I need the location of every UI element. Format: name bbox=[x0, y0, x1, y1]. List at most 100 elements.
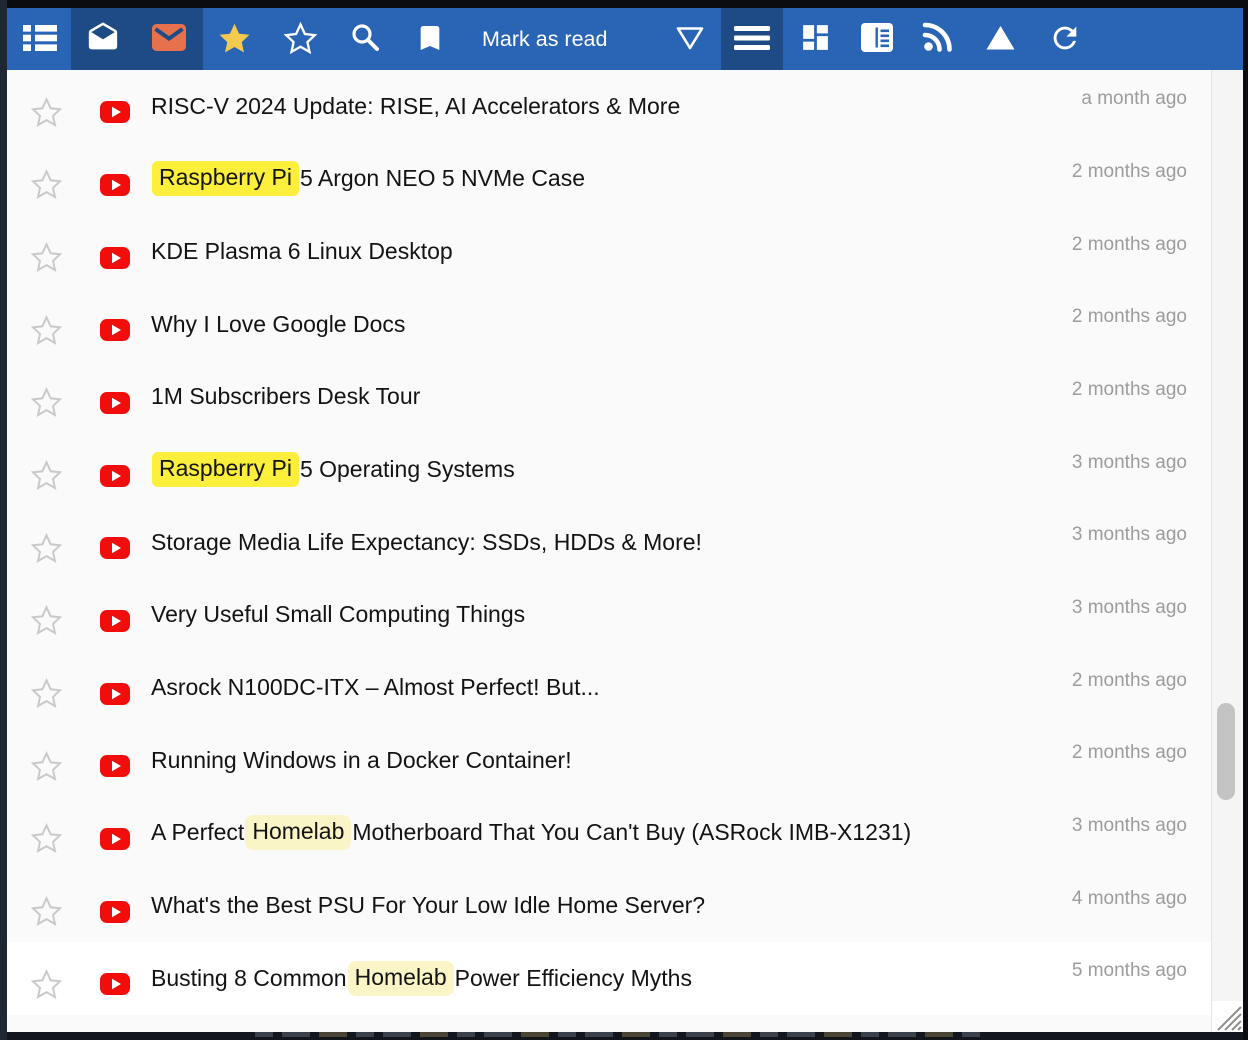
article-title[interactable]: Busting 8 Common Homelab Power Efficienc… bbox=[151, 942, 692, 1015]
star-outline-icon bbox=[31, 533, 62, 566]
star-toggle-button[interactable] bbox=[28, 313, 64, 349]
window-frame-right bbox=[1243, 0, 1248, 1040]
youtube-favicon bbox=[100, 537, 130, 559]
star-outline-icon bbox=[31, 605, 62, 638]
scroll-top-button[interactable] bbox=[972, 8, 1028, 70]
unread-envelope-icon bbox=[152, 24, 186, 54]
star-outline-icon bbox=[31, 969, 62, 1002]
article-title[interactable]: Very Useful Small Computing Things bbox=[151, 579, 525, 652]
article-row[interactable]: Why I Love Google Docs 2 months ago bbox=[7, 288, 1211, 361]
scroll-top-icon bbox=[985, 24, 1016, 54]
title-segment: Homelab bbox=[348, 961, 454, 996]
star-toggle-button[interactable] bbox=[28, 95, 64, 131]
article-row[interactable]: Asrock N100DC-ITX – Almost Perfect! But.… bbox=[7, 651, 1211, 724]
rss-subscriptions-button[interactable] bbox=[909, 8, 965, 70]
article-row[interactable]: Busting 8 Common Homelab Power Efficienc… bbox=[7, 942, 1211, 1015]
star-toggle-button[interactable] bbox=[28, 241, 64, 277]
title-segment: RISC-V 2024 Update: RISE, AI Accelerator… bbox=[151, 93, 680, 120]
star-toggle-button[interactable] bbox=[28, 822, 64, 858]
unread-articles-button[interactable] bbox=[141, 8, 197, 70]
refresh-icon bbox=[1048, 21, 1082, 58]
dashboard-view-button[interactable] bbox=[787, 8, 843, 70]
mark-as-read-button[interactable]: Mark as read bbox=[478, 8, 611, 70]
article-row[interactable]: KDE Plasma 6 Linux Desktop 2 months ago bbox=[7, 215, 1211, 288]
youtube-favicon bbox=[100, 465, 130, 487]
window-frame-bottom bbox=[0, 1032, 1248, 1040]
bookmark-icon bbox=[414, 22, 446, 57]
article-row[interactable]: A Perfect Homelab Motherboard That You C… bbox=[7, 797, 1211, 870]
star-filter-button[interactable] bbox=[272, 8, 328, 70]
star-toggle-button[interactable] bbox=[28, 604, 64, 640]
article-title[interactable]: Running Windows in a Docker Container! bbox=[151, 724, 572, 797]
menu-icon bbox=[734, 24, 770, 55]
star-toggle-button[interactable] bbox=[28, 677, 64, 713]
article-row[interactable]: Very Useful Small Computing Things 3 mon… bbox=[7, 579, 1211, 652]
starred-filter-icon bbox=[218, 22, 251, 57]
star-outline-icon bbox=[31, 678, 62, 711]
youtube-favicon bbox=[100, 683, 130, 705]
article-title[interactable]: RISC-V 2024 Update: RISE, AI Accelerator… bbox=[151, 70, 680, 143]
article-row[interactable]: Raspberry Pi 5 Operating Systems 3 month… bbox=[7, 433, 1211, 506]
starred-filter-button[interactable] bbox=[206, 8, 262, 70]
star-toggle-button[interactable] bbox=[28, 386, 64, 422]
article-row[interactable]: Storage Media Life Expectancy: SSDs, HDD… bbox=[7, 506, 1211, 579]
article-age: 3 months ago bbox=[1072, 815, 1187, 837]
article-age: 2 months ago bbox=[1072, 234, 1187, 256]
scrollbar-track[interactable] bbox=[1212, 70, 1243, 1032]
reader-view-icon bbox=[861, 23, 893, 55]
article-list: RISC-V 2024 Update: RISE, AI Accelerator… bbox=[7, 70, 1211, 1032]
filter-dropdown-button[interactable] bbox=[662, 8, 718, 70]
star-toggle-button[interactable] bbox=[28, 967, 64, 1003]
star-outline-icon bbox=[31, 896, 62, 929]
article-row[interactable]: Running Windows in a Docker Container! 2… bbox=[7, 724, 1211, 797]
star-outline-icon bbox=[31, 169, 62, 202]
star-toggle-button[interactable] bbox=[28, 531, 64, 567]
rss-icon bbox=[922, 22, 953, 56]
read-articles-button[interactable] bbox=[75, 8, 131, 70]
youtube-favicon bbox=[100, 174, 130, 196]
article-title[interactable]: 1M Subscribers Desk Tour bbox=[151, 361, 420, 434]
title-segment: Homelab bbox=[245, 815, 351, 850]
article-age: 2 months ago bbox=[1072, 670, 1187, 692]
article-title[interactable]: KDE Plasma 6 Linux Desktop bbox=[151, 215, 453, 288]
article-title[interactable]: What's the Best PSU For Your Low Idle Ho… bbox=[151, 869, 705, 942]
title-segment: 1M Subscribers Desk Tour bbox=[151, 383, 420, 410]
star-toggle-button[interactable] bbox=[28, 459, 64, 495]
article-row[interactable]: RISC-V 2024 Update: RISE, AI Accelerator… bbox=[7, 70, 1211, 143]
list-view-button[interactable] bbox=[12, 8, 68, 70]
article-row[interactable]: Raspberry Pi 5 Argon NEO 5 NVMe Case 2 m… bbox=[7, 143, 1211, 216]
article-title[interactable]: A Perfect Homelab Motherboard That You C… bbox=[151, 797, 911, 870]
article-title[interactable]: Raspberry Pi 5 Argon NEO 5 NVMe Case bbox=[151, 143, 585, 216]
youtube-favicon bbox=[100, 247, 130, 269]
article-title[interactable]: Asrock N100DC-ITX – Almost Perfect! But.… bbox=[151, 651, 600, 724]
title-segment: What's the Best PSU For Your Low Idle Ho… bbox=[151, 892, 705, 919]
refresh-button[interactable] bbox=[1037, 8, 1093, 70]
star-outline-icon bbox=[31, 315, 62, 348]
youtube-favicon bbox=[100, 755, 130, 777]
star-outline-icon bbox=[31, 751, 62, 784]
clipped-next-row-text bbox=[255, 1032, 985, 1037]
title-segment: A Perfect bbox=[151, 819, 244, 846]
article-row[interactable]: What's the Best PSU For Your Low Idle Ho… bbox=[7, 869, 1211, 942]
star-toggle-button[interactable] bbox=[28, 749, 64, 785]
title-segment: Asrock N100DC-ITX – Almost Perfect! But.… bbox=[151, 674, 600, 701]
reader-view-button[interactable] bbox=[849, 8, 905, 70]
bookmark-button[interactable] bbox=[402, 8, 458, 70]
title-segment: 5 Argon NEO 5 NVMe Case bbox=[300, 165, 585, 192]
star-toggle-button[interactable] bbox=[28, 168, 64, 204]
article-row[interactable]: 1M Subscribers Desk Tour 2 months ago bbox=[7, 361, 1211, 434]
article-title[interactable]: Raspberry Pi 5 Operating Systems bbox=[151, 433, 515, 506]
title-segment: Why I Love Google Docs bbox=[151, 311, 405, 338]
resize-grip[interactable] bbox=[1212, 1001, 1243, 1032]
star-toggle-button[interactable] bbox=[28, 895, 64, 931]
title-segment: Running Windows in a Docker Container! bbox=[151, 747, 572, 774]
search-button[interactable] bbox=[337, 8, 393, 70]
menu-button[interactable] bbox=[724, 8, 780, 70]
scrollbar-thumb[interactable] bbox=[1217, 703, 1235, 800]
star-outline-icon bbox=[31, 242, 62, 275]
youtube-favicon bbox=[100, 319, 130, 341]
star-outline-icon bbox=[31, 823, 62, 856]
article-title[interactable]: Storage Media Life Expectancy: SSDs, HDD… bbox=[151, 506, 702, 579]
article-title[interactable]: Why I Love Google Docs bbox=[151, 288, 405, 361]
article-age: 5 months ago bbox=[1072, 960, 1187, 982]
